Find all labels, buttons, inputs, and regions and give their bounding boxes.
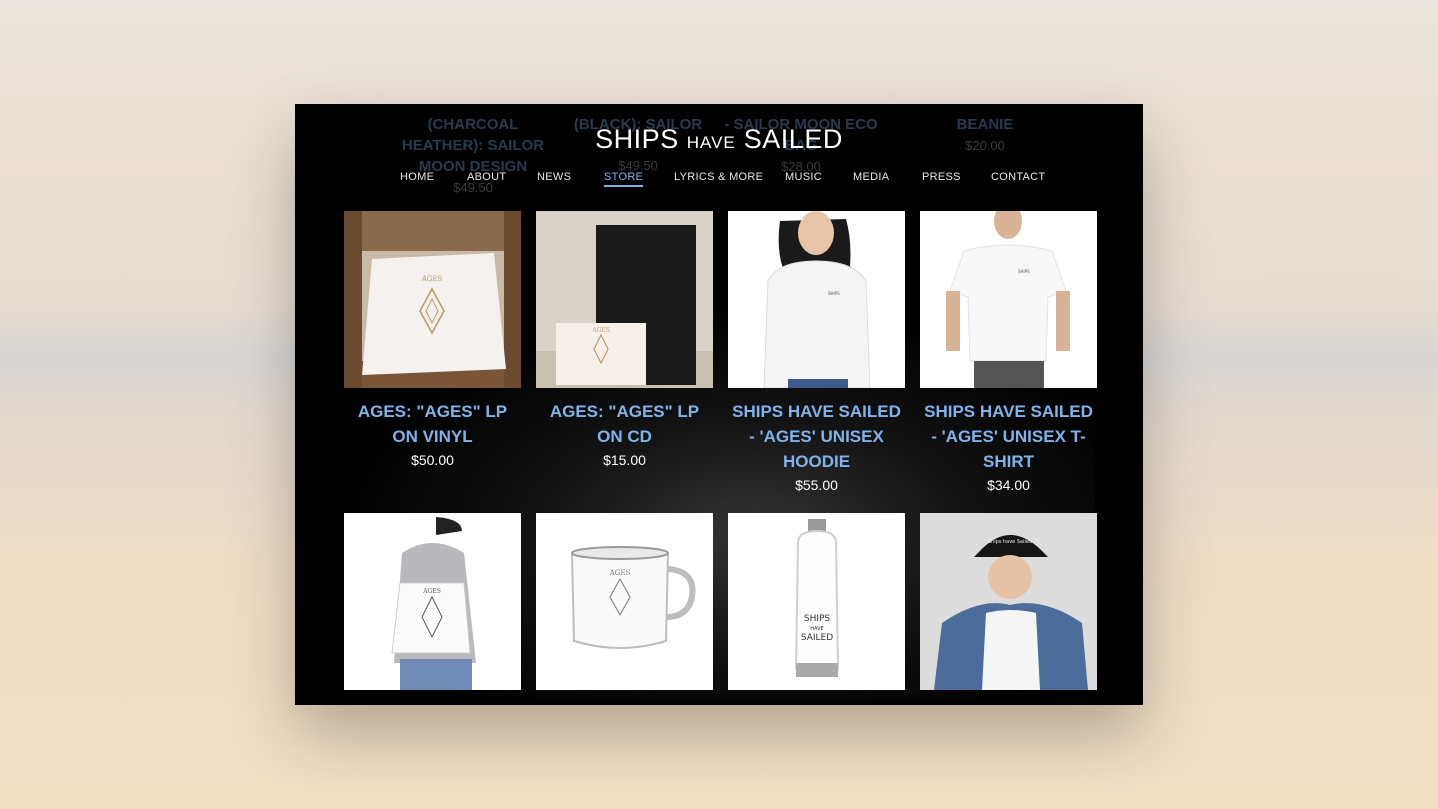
product-price: $15.00 bbox=[603, 452, 646, 468]
main-nav: HOME ABOUT NEWS STORE LYRICS & MORE MUSI… bbox=[295, 171, 1143, 191]
product-card[interactable]: AGES AGES: "AGES" LP ON VINYL $50.00 bbox=[344, 211, 521, 468]
nav-press[interactable]: PRESS bbox=[922, 171, 961, 183]
svg-text:SHIPS: SHIPS bbox=[828, 291, 840, 296]
drawstring-bag-icon[interactable]: AGES bbox=[344, 513, 521, 690]
site-logo[interactable]: SHIPS HAVE SAILED bbox=[295, 124, 1143, 155]
svg-text:SAILED: SAILED bbox=[801, 633, 833, 643]
nav-about[interactable]: ABOUT bbox=[467, 171, 506, 183]
logo-ships: SHIPS bbox=[595, 124, 679, 154]
svg-text:AGES: AGES bbox=[609, 569, 631, 577]
product-card[interactable]: SHIPS SHIPS HAVE SAILED - 'AGES' UNISEX … bbox=[728, 211, 905, 493]
svg-text:SHIPS: SHIPS bbox=[1018, 269, 1030, 274]
svg-text:AGES: AGES bbox=[422, 588, 441, 595]
logo-sailed: SAILED bbox=[743, 124, 843, 154]
product-title[interactable]: AGES: "AGES" LP ON VINYL bbox=[344, 399, 521, 449]
cd-icon[interactable]: AGES bbox=[536, 211, 713, 388]
product-price: $50.00 bbox=[411, 452, 454, 468]
dad-hat-icon[interactable]: Ships have Sailed bbox=[920, 513, 1097, 690]
product-price: $34.00 bbox=[987, 477, 1030, 493]
svg-text:Ships have Sailed: Ships have Sailed bbox=[988, 539, 1032, 545]
nav-news[interactable]: NEWS bbox=[537, 171, 571, 183]
tshirt-icon[interactable]: SHIPS bbox=[920, 211, 1097, 388]
enamel-mug-icon[interactable]: AGES bbox=[536, 513, 713, 690]
product-card[interactable]: SHIPS SHIPS HAVE SAILED - 'AGES' UNISEX … bbox=[920, 211, 1097, 493]
nav-contact[interactable]: CONTACT bbox=[991, 171, 1045, 183]
svg-text:AGES: AGES bbox=[421, 275, 443, 283]
nav-store[interactable]: STORE bbox=[604, 171, 644, 187]
product-title[interactable]: AGES: "AGES" LP ON CD bbox=[536, 399, 713, 449]
nav-home[interactable]: HOME bbox=[400, 171, 434, 183]
svg-text:HAVE: HAVE bbox=[810, 626, 823, 632]
nav-lyrics[interactable]: LYRICS & MORE bbox=[674, 171, 763, 183]
browser-viewport: (CHARCOAL HEATHER): SAILOR MOON DESIGN $… bbox=[295, 104, 1143, 705]
product-card[interactable]: AGES bbox=[344, 513, 521, 690]
product-title[interactable]: SHIPS HAVE SAILED - 'AGES' UNISEX HOODIE bbox=[728, 399, 905, 474]
product-card[interactable]: SHIPS HAVE SAILED bbox=[728, 513, 905, 690]
hoodie-icon[interactable]: SHIPS bbox=[728, 211, 905, 388]
bottom-fade bbox=[295, 691, 1143, 705]
product-card[interactable]: AGES bbox=[536, 513, 713, 690]
product-title[interactable]: SHIPS HAVE SAILED - 'AGES' UNISEX T-SHIR… bbox=[920, 399, 1097, 474]
logo-have: HAVE bbox=[686, 133, 736, 152]
svg-text:SHIPS: SHIPS bbox=[804, 614, 831, 624]
water-bottle-icon[interactable]: SHIPS HAVE SAILED bbox=[728, 513, 905, 690]
svg-text:AGES: AGES bbox=[591, 327, 610, 334]
product-price: $55.00 bbox=[795, 477, 838, 493]
product-card[interactable]: Ships have Sailed bbox=[920, 513, 1097, 690]
nav-media[interactable]: MEDIA bbox=[853, 171, 889, 183]
nav-music[interactable]: MUSIC bbox=[785, 171, 822, 183]
site-header: SHIPS HAVE SAILED HOME ABOUT NEWS STORE … bbox=[295, 104, 1143, 204]
product-card[interactable]: AGES AGES: "AGES" LP ON CD $15.00 bbox=[536, 211, 713, 468]
vinyl-lp-icon[interactable]: AGES bbox=[344, 211, 521, 388]
